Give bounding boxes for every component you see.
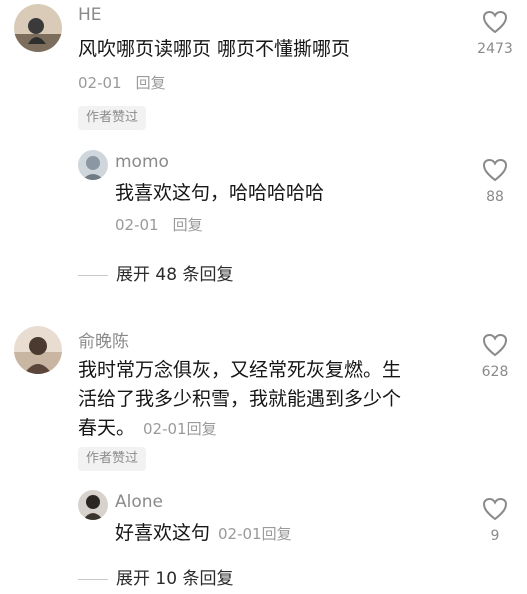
avatar-he[interactable] xyxy=(14,4,62,52)
reply-date: 02-01 xyxy=(115,216,159,234)
comment-text-line: 活给了我多少积雪，我就能遇到多少个 xyxy=(78,388,402,410)
like-button[interactable]: 9 xyxy=(470,497,520,544)
reply-line: 好喜欢这句 02-01回复 xyxy=(115,519,292,549)
comment-date: 02-01 xyxy=(143,420,187,438)
comment-text-line: 风吹哪页读哪页 哪页不懂撕哪页 xyxy=(78,38,351,60)
like-button[interactable]: 628 xyxy=(470,333,520,380)
like-count: 2473 xyxy=(477,41,513,57)
reply-button[interactable]: 回复 xyxy=(262,525,292,543)
author-liked-badge: 作者赞过 xyxy=(78,447,147,471)
reply-text: 好喜欢这句 xyxy=(115,522,211,544)
divider xyxy=(78,274,108,276)
like-button[interactable]: 2473 xyxy=(470,10,520,57)
reply-button[interactable]: 回复 xyxy=(187,420,217,438)
reply-meta: 02-01 回复 xyxy=(115,214,203,235)
heart-icon xyxy=(482,333,508,357)
reply-username[interactable]: Alone xyxy=(115,492,163,512)
expand-replies-button[interactable]: 展开 48 条回复 xyxy=(78,260,233,285)
reply-text: 我喜欢这句，哈哈哈哈哈 xyxy=(115,182,325,204)
reply-date: 02-01 xyxy=(218,525,262,543)
like-button[interactable]: 88 xyxy=(470,158,520,205)
comment-text: 风吹哪页读哪页 哪页不懂撕哪页 xyxy=(78,35,350,64)
like-count: 88 xyxy=(486,189,504,205)
like-count: 9 xyxy=(490,528,500,544)
avatar-yuwanchen[interactable] xyxy=(14,326,62,374)
comment-text: 我时常万念俱灰，又经常死灰复燃。生 活给了我多少积雪，我就能遇到多少个 春天。 0… xyxy=(78,356,401,444)
comment-meta: 02-01 回复 xyxy=(78,72,166,93)
expand-replies-label: 展开 10 条回复 xyxy=(116,569,234,589)
comment-text-line: 我时常万念俱灰，又经常死灰复燃。生 xyxy=(78,359,402,381)
heart-icon xyxy=(482,497,508,521)
expand-replies-label: 展开 48 条回复 xyxy=(116,265,234,285)
reply-button[interactable]: 回复 xyxy=(136,74,166,92)
comment-username[interactable]: 俞晚陈 xyxy=(78,327,129,352)
like-count: 628 xyxy=(481,364,509,380)
author-liked-badge: 作者赞过 xyxy=(78,106,147,130)
divider xyxy=(78,578,108,580)
avatar-momo[interactable] xyxy=(78,150,108,180)
expand-replies-button[interactable]: 展开 10 条回复 xyxy=(78,564,233,589)
reply-username[interactable]: momo xyxy=(115,152,169,172)
heart-icon xyxy=(482,158,508,182)
heart-icon xyxy=(482,10,508,34)
comment-date: 02-01 xyxy=(78,74,122,92)
comment-text-line: 春天。 02-01回复 xyxy=(78,414,401,444)
comment-text-line-end: 春天。 xyxy=(78,417,136,439)
reply-button[interactable]: 回复 xyxy=(173,216,203,234)
comment-username[interactable]: HE xyxy=(78,5,102,25)
avatar-alone[interactable] xyxy=(78,490,108,520)
